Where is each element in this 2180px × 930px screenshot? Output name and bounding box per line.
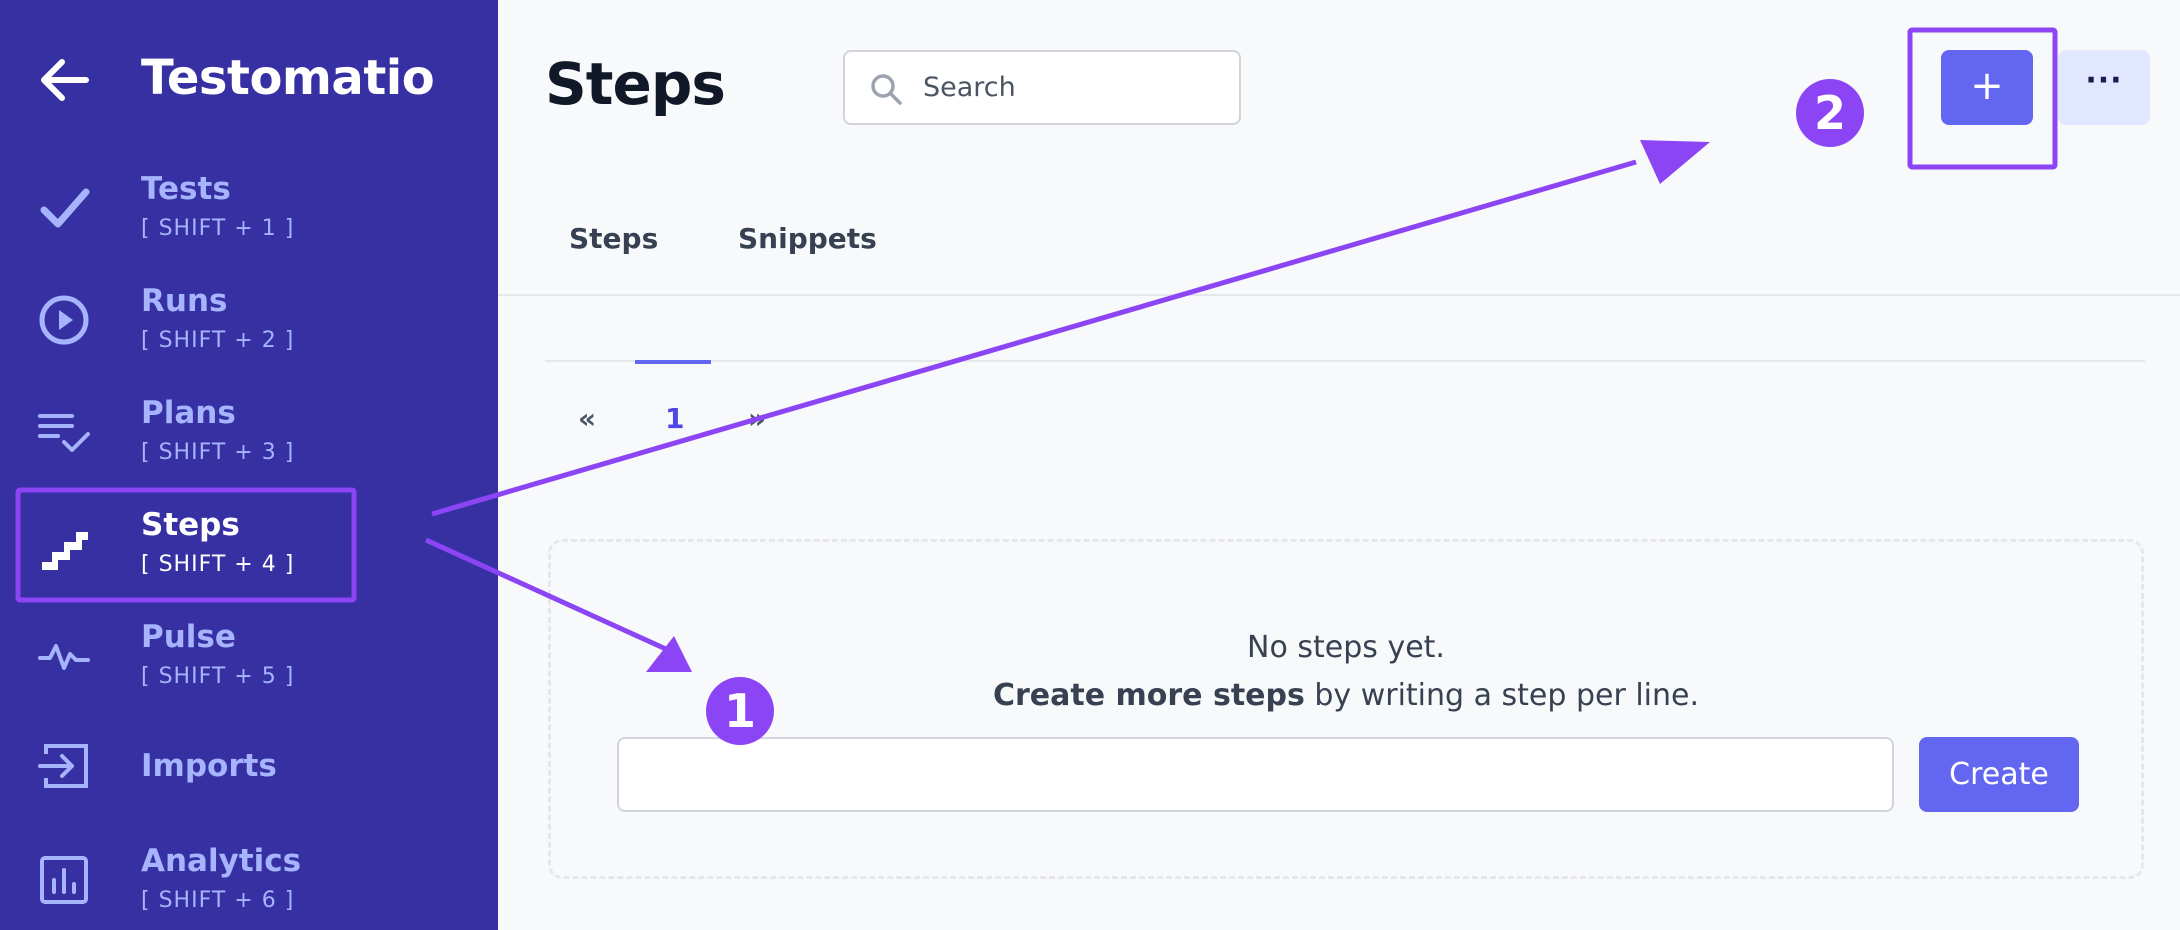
import-icon bbox=[38, 744, 88, 788]
empty-state-hint: Create more steps by writing a step per … bbox=[551, 678, 2141, 713]
sidebar-item-hint: [ SHIFT + 6 ] bbox=[141, 888, 295, 913]
play-circle-icon bbox=[39, 295, 89, 345]
pagination-active-indicator bbox=[635, 360, 711, 364]
stairs-icon bbox=[42, 532, 88, 570]
tab-steps[interactable]: Steps bbox=[569, 222, 658, 255]
pagination-divider bbox=[545, 360, 2145, 362]
page-title: Steps bbox=[545, 50, 726, 118]
sidebar-item-label: Steps bbox=[141, 507, 240, 543]
main-content: Steps Search + ··· Steps Snippets « 1 » … bbox=[498, 0, 2180, 930]
pagination-page[interactable]: 1 bbox=[665, 402, 684, 435]
sidebar-item-runs[interactable]: Runs [ SHIFT + 2 ] bbox=[0, 280, 498, 392]
sidebar-item-label: Runs bbox=[141, 283, 228, 319]
pagination-next[interactable]: » bbox=[748, 402, 766, 435]
sidebar-item-tests[interactable]: Tests [ SHIFT + 1 ] bbox=[0, 168, 498, 280]
step-badge-1: 1 bbox=[706, 677, 774, 745]
empty-state-message: No steps yet. bbox=[1247, 630, 1445, 665]
add-step-button[interactable]: + bbox=[1941, 50, 2033, 125]
sidebar-item-label: Tests bbox=[141, 171, 231, 207]
sidebar-item-label: Analytics bbox=[141, 843, 302, 879]
pulse-icon bbox=[38, 644, 90, 670]
sidebar-item-hint: [ SHIFT + 3 ] bbox=[141, 440, 295, 465]
sidebar-item-hint: [ SHIFT + 1 ] bbox=[141, 216, 295, 241]
sidebar-item-hint: [ SHIFT + 2 ] bbox=[141, 328, 295, 353]
sidebar-item-steps[interactable]: Steps [ SHIFT + 4 ] bbox=[0, 504, 498, 616]
tabs-divider bbox=[498, 294, 2180, 296]
list-check-icon bbox=[38, 414, 90, 452]
back-arrow-icon[interactable] bbox=[36, 52, 92, 108]
sidebar: Testomatio Tests [ SHIFT + 1 ] Runs [ SH… bbox=[0, 0, 498, 930]
sidebar-item-plans[interactable]: Plans [ SHIFT + 3 ] bbox=[0, 392, 498, 504]
app-brand: Testomatio bbox=[141, 50, 435, 106]
search-input[interactable]: Search bbox=[843, 50, 1241, 125]
sidebar-item-hint: [ SHIFT + 5 ] bbox=[141, 664, 295, 689]
sidebar-item-label: Plans bbox=[141, 395, 236, 431]
sidebar-item-hint: [ SHIFT + 4 ] bbox=[141, 552, 295, 577]
analytics-icon bbox=[40, 856, 88, 904]
empty-state: No steps yet. Create more steps by writi… bbox=[548, 539, 2144, 879]
step-badge-2: 2 bbox=[1796, 79, 1864, 147]
sidebar-item-analytics[interactable]: Analytics [ SHIFT + 6 ] bbox=[0, 840, 498, 930]
pagination-prev[interactable]: « bbox=[578, 402, 596, 435]
sidebar-item-imports[interactable]: Imports bbox=[0, 728, 498, 840]
sidebar-item-label: Pulse bbox=[141, 619, 236, 655]
more-options-button[interactable]: ··· bbox=[2058, 50, 2150, 125]
empty-state-hint-rest: by writing a step per line. bbox=[1304, 678, 1700, 713]
new-step-input[interactable] bbox=[617, 737, 1894, 812]
search-icon bbox=[871, 74, 902, 105]
check-icon bbox=[40, 188, 90, 228]
tab-snippets[interactable]: Snippets bbox=[738, 222, 877, 255]
sidebar-item-label: Imports bbox=[141, 748, 277, 784]
sidebar-item-pulse[interactable]: Pulse [ SHIFT + 5 ] bbox=[0, 616, 498, 728]
search-placeholder: Search bbox=[923, 72, 1016, 103]
empty-state-hint-bold: Create more steps bbox=[992, 678, 1305, 713]
create-button[interactable]: Create bbox=[1919, 737, 2079, 812]
